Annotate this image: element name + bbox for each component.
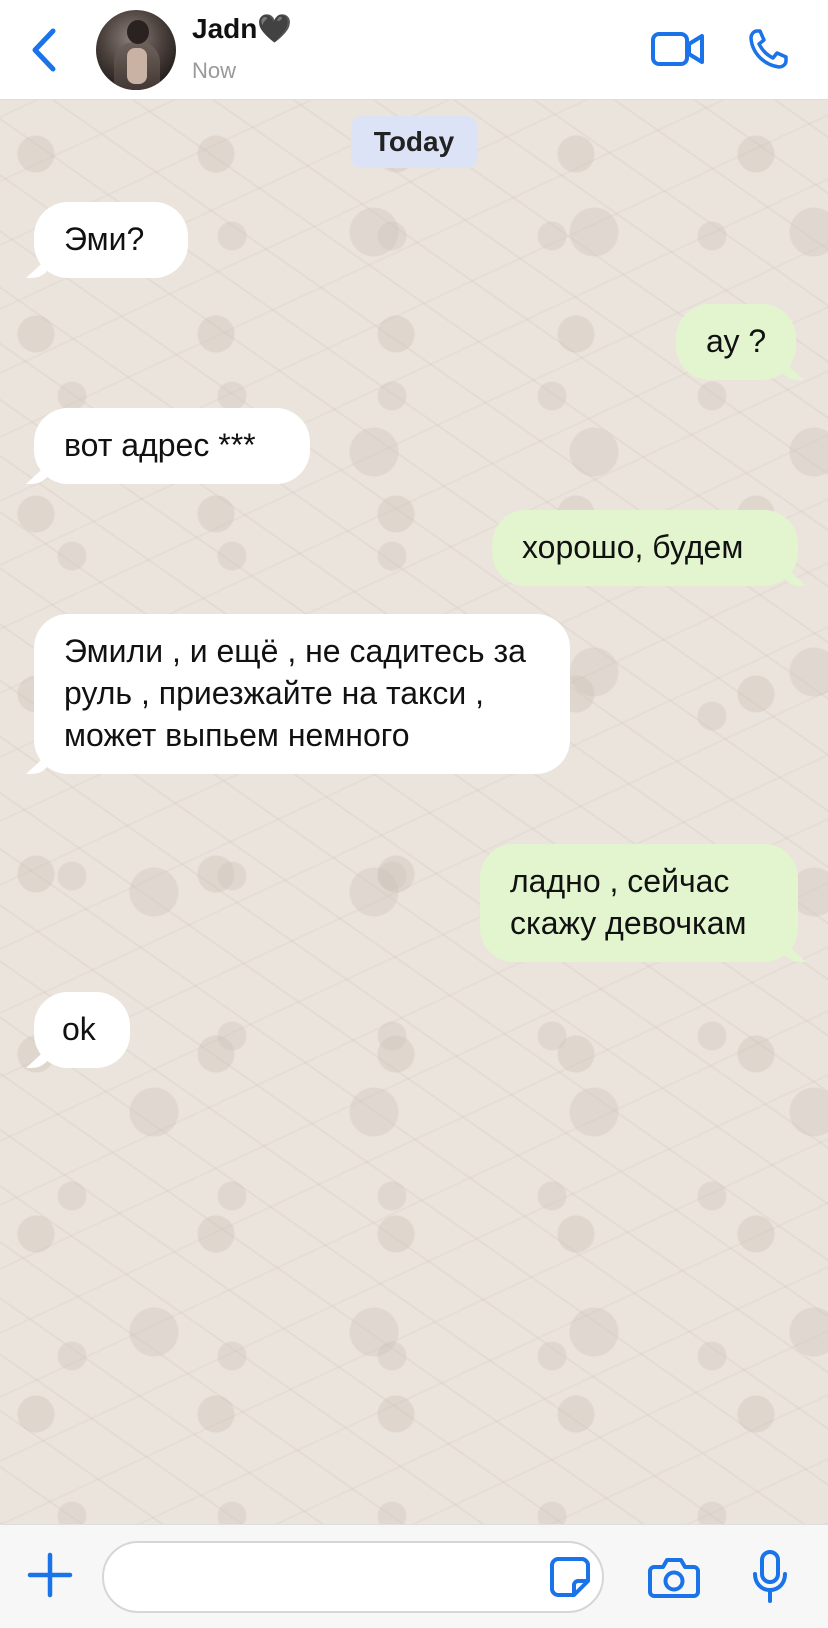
date-separator: Today — [351, 116, 477, 168]
contact-status: Now — [192, 58, 237, 83]
incoming-message[interactable]: Эми? — [34, 202, 188, 278]
outgoing-message[interactable]: ладно , сейчас скажу девочкам — [480, 844, 798, 962]
camera-icon — [648, 1558, 700, 1598]
microphone-button[interactable] — [748, 1547, 792, 1607]
outgoing-message[interactable]: хорошо, будем — [492, 510, 798, 586]
plus-icon — [27, 1552, 73, 1598]
incoming-message[interactable]: Эмили , и ещё , не садитесь за руль , пр… — [34, 614, 570, 774]
contact-avatar[interactable] — [96, 10, 176, 90]
chat-header: Jadn🖤 Now — [0, 0, 828, 100]
back-button[interactable] — [22, 22, 66, 78]
sticker-button[interactable] — [544, 1551, 596, 1603]
message-composer — [0, 1524, 828, 1628]
incoming-message[interactable]: вот адрес *** — [34, 408, 310, 484]
sticker-icon — [550, 1557, 590, 1597]
add-attachment-button[interactable] — [24, 1549, 76, 1601]
incoming-message[interactable]: ok — [34, 992, 130, 1068]
contact-name[interactable]: Jadn🖤 — [192, 12, 292, 45]
voice-call-button[interactable] — [744, 24, 792, 74]
chevron-left-icon — [32, 28, 56, 72]
outgoing-message[interactable]: ау ? — [676, 304, 796, 380]
video-call-button[interactable] — [648, 26, 708, 72]
microphone-icon — [753, 1550, 787, 1603]
message-input[interactable] — [102, 1541, 604, 1613]
phone-icon — [749, 29, 788, 69]
video-camera-icon — [651, 32, 704, 66]
camera-button[interactable] — [646, 1549, 702, 1605]
chat-area[interactable]: Today Эми? ау ? вот адрес *** хорошо, бу… — [0, 100, 828, 1524]
